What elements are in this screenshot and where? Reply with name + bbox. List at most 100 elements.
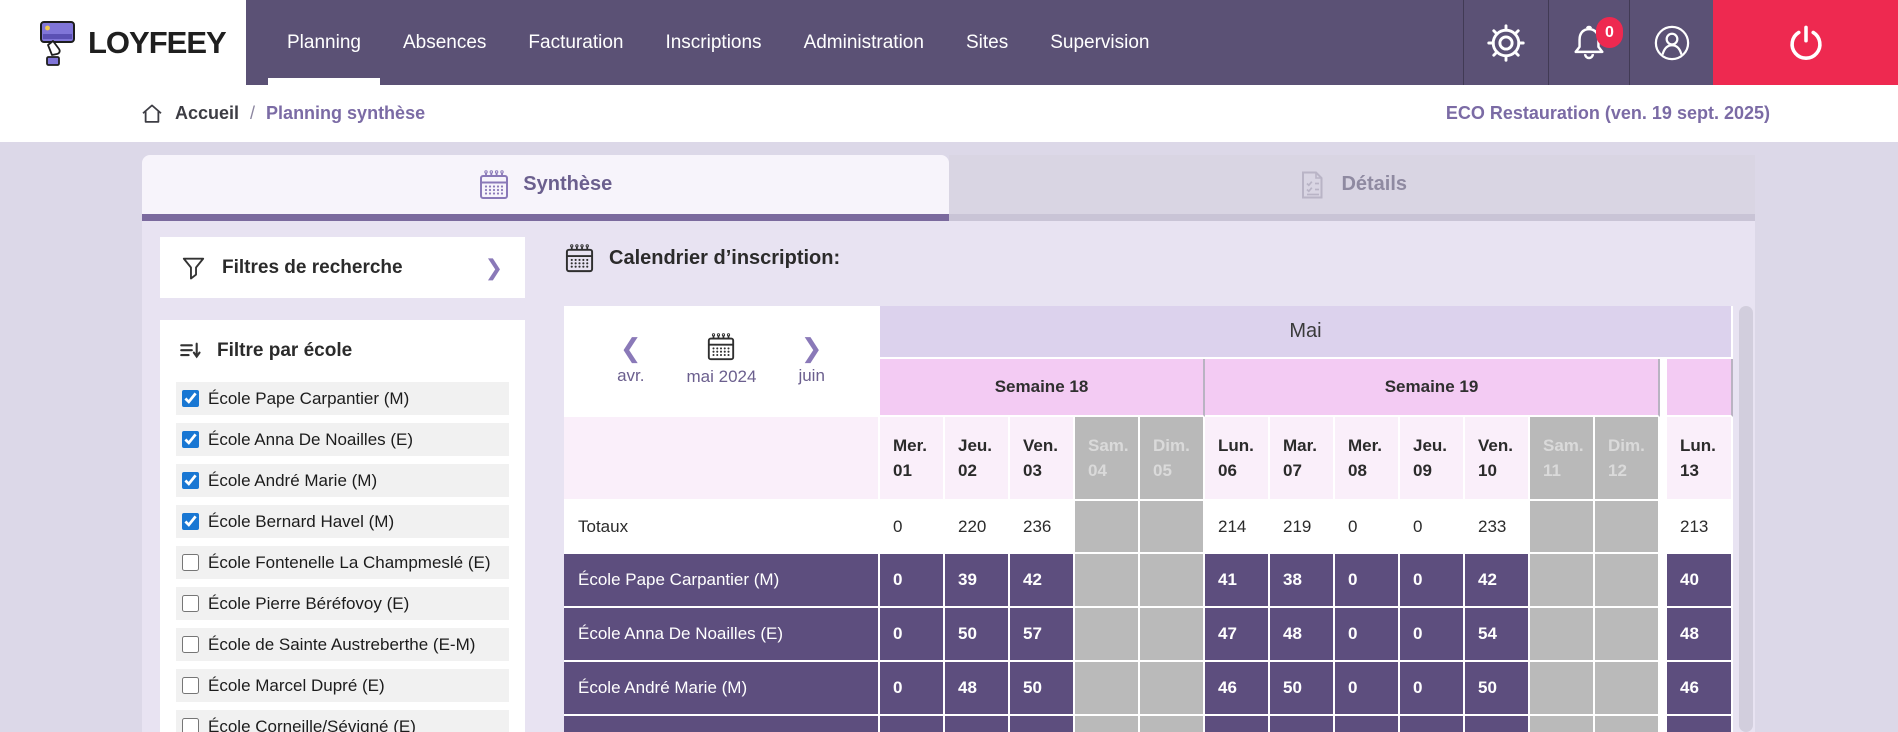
data-cell: 213: [1667, 501, 1733, 554]
settings-button[interactable]: [1463, 0, 1548, 85]
gap-column: [1660, 554, 1667, 608]
school-checkbox[interactable]: [182, 636, 199, 653]
school-checkbox[interactable]: [182, 718, 199, 732]
day-name: Jeu.: [1413, 436, 1463, 456]
gap-column: [1660, 608, 1667, 662]
app-logo[interactable]: LOYFEEY: [0, 0, 246, 85]
school-checkbox[interactable]: [182, 390, 199, 407]
data-cell: [1335, 716, 1400, 732]
school-checkbox[interactable]: [182, 554, 199, 571]
school-filter-item[interactable]: École Fontenelle La Champmeslé (E): [176, 546, 509, 579]
school-filter-item[interactable]: École Bernard Havel (M): [176, 505, 509, 538]
data-cell: 46: [1667, 662, 1733, 716]
next-month-button[interactable]: ❯ juin: [798, 335, 824, 386]
data-cell: [1075, 554, 1140, 608]
data-cell: [1530, 662, 1595, 716]
notifications-button[interactable]: 0: [1548, 0, 1629, 85]
school-filter-item[interactable]: École Anna De Noailles (E): [176, 423, 509, 456]
nav-item-sites[interactable]: Sites: [945, 0, 1029, 85]
data-cell: [945, 716, 1010, 732]
school-filter-item[interactable]: École Corneille/Sévigné (E): [176, 710, 509, 732]
data-cell: [1595, 608, 1660, 662]
nav-item-inscriptions[interactable]: Inscriptions: [644, 0, 782, 85]
school-filter-item[interactable]: École Marcel Dupré (E): [176, 669, 509, 702]
data-cell: 50: [1465, 662, 1530, 716]
tab-synthese-label: Synthèse: [523, 173, 612, 196]
data-cell: [1140, 608, 1205, 662]
school-filter-item[interactable]: École de Sainte Austreberthe (E-M): [176, 628, 509, 661]
school-checkbox[interactable]: [182, 513, 199, 530]
day-header: Mer.08: [1335, 417, 1400, 501]
gap-column: [1660, 501, 1667, 554]
tab-details[interactable]: Détails: [949, 155, 1756, 221]
day-header: Ven.03: [1010, 417, 1075, 501]
nav-item-absences[interactable]: Absences: [382, 0, 507, 85]
top-navbar: LOYFEEY PlanningAbsencesFacturationInscr…: [0, 0, 1898, 85]
home-icon[interactable]: [140, 102, 164, 126]
school-checkbox[interactable]: [182, 431, 199, 448]
school-filter-item[interactable]: École André Marie (M): [176, 464, 509, 497]
month-header: Mai: [880, 306, 1733, 359]
data-cell: 0: [1400, 554, 1465, 608]
nav-item-planning[interactable]: Planning: [266, 0, 382, 85]
data-cell: [1595, 716, 1660, 732]
data-cell: [1075, 608, 1140, 662]
calendar-title-text: Calendrier d’inscription:: [609, 247, 840, 270]
day-name: Dim.: [1608, 436, 1658, 456]
data-cell: [1010, 716, 1075, 732]
nav-item-supervision[interactable]: Supervision: [1029, 0, 1170, 85]
school-label: École Pape Carpantier (M): [208, 389, 409, 409]
breadcrumb-home[interactable]: Accueil: [175, 103, 239, 124]
breadcrumb-separator: /: [250, 103, 255, 124]
day-name: Mer.: [1348, 436, 1398, 456]
search-filters-title: Filtres de recherche: [222, 257, 403, 279]
data-cell: [880, 716, 945, 732]
school-filter-title: Filtre par école: [217, 340, 352, 362]
current-month-button[interactable]: mai 2024: [687, 334, 757, 387]
data-cell: 48: [1270, 608, 1335, 662]
school-filter-item[interactable]: École Pape Carpantier (M): [176, 382, 509, 415]
tab-bar: Synthèse Détails: [142, 155, 1755, 221]
school-filter-item[interactable]: École Pierre Béréfovoy (E): [176, 587, 509, 620]
user-icon: [1652, 23, 1692, 63]
data-cell: 40: [1667, 554, 1733, 608]
day-number: 07: [1283, 461, 1333, 481]
current-month-label: mai 2024: [687, 367, 757, 387]
tab-details-label: Détails: [1341, 173, 1407, 196]
breadcrumb-current: Planning synthèse: [266, 103, 425, 124]
school-checkbox[interactable]: [182, 595, 199, 612]
notification-badge: 0: [1596, 17, 1623, 48]
data-cell: [1595, 554, 1660, 608]
day-number: 02: [958, 461, 1008, 481]
day-header-spacer: [564, 417, 880, 501]
school-checkbox[interactable]: [182, 677, 199, 694]
data-cell: [1270, 716, 1335, 732]
data-cell: 0: [1400, 501, 1465, 554]
school-filter-list: École Pape Carpantier (M) École Anna De N…: [176, 382, 509, 732]
school-row-label: [564, 716, 880, 732]
table-scrollbar[interactable]: [1739, 306, 1753, 732]
data-cell: 39: [945, 554, 1010, 608]
tab-synthese[interactable]: Synthèse: [142, 155, 949, 221]
data-cell: [1530, 608, 1595, 662]
calendar-icon: [564, 243, 595, 274]
chevron-right-icon[interactable]: ❯: [485, 255, 503, 281]
inscription-table: ❮ avr. mai 2024 ❯ juin MaiSemaine 18Sema…: [564, 306, 1733, 732]
day-number: 01: [893, 461, 943, 481]
data-cell: 46: [1205, 662, 1270, 716]
school-label: École Marcel Dupré (E): [208, 676, 385, 696]
day-header: Sam.04: [1075, 417, 1140, 501]
next-month-label: juin: [798, 366, 824, 386]
school-label: École Corneille/Sévigné (E): [208, 717, 416, 732]
prev-month-button[interactable]: ❮ avr.: [617, 335, 644, 386]
logout-button[interactable]: [1713, 0, 1898, 85]
nav-item-administration[interactable]: Administration: [783, 0, 945, 85]
logo-hand-card-icon: [34, 19, 78, 67]
school-checkbox[interactable]: [182, 472, 199, 489]
search-filters-header[interactable]: Filtres de recherche ❯: [160, 237, 525, 298]
school-label: École de Sainte Austreberthe (E-M): [208, 635, 475, 655]
data-cell: 0: [1335, 662, 1400, 716]
data-cell: [1075, 716, 1140, 732]
account-button[interactable]: [1629, 0, 1713, 85]
nav-item-facturation[interactable]: Facturation: [507, 0, 644, 85]
